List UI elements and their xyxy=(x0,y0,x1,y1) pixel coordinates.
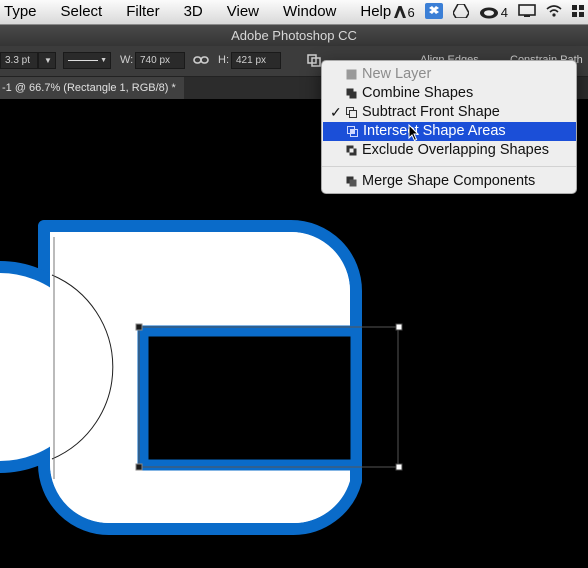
menu-type[interactable]: Type xyxy=(0,0,49,24)
menu-view[interactable]: View xyxy=(215,0,271,24)
app-title-bar: Adobe Photoshop CC xyxy=(0,25,588,46)
display-icon[interactable] xyxy=(518,3,536,21)
menu-separator xyxy=(322,166,576,167)
menu-item-intersect-shape-areas[interactable]: Intersect Shape Areas xyxy=(323,122,576,142)
google-drive-icon[interactable] xyxy=(451,2,470,21)
wifi-icon[interactable] xyxy=(546,4,562,21)
mouse-cursor-icon xyxy=(408,124,420,142)
checkmark-icon: ✓ xyxy=(330,104,342,120)
creative-cloud-status-item[interactable]: 4 xyxy=(479,5,508,20)
transform-handle-bottom-left[interactable] xyxy=(135,463,143,471)
intersect-shape-areas-icon xyxy=(347,126,358,137)
menu-bar: Type Select Filter 3D View Window Help 6… xyxy=(0,0,588,25)
menu-item-merge-shape-components[interactable]: Merge Shape Components xyxy=(322,172,576,191)
height-field[interactable]: 421 px xyxy=(231,52,281,69)
stroke-type-dropdown[interactable]: ▼ xyxy=(63,52,111,69)
combine-shapes-icon xyxy=(346,88,357,99)
menu-item-subtract-front-shape[interactable]: ✓ Subtract Front Shape xyxy=(322,103,576,122)
cc-badge: 4 xyxy=(500,4,508,20)
path-operations-menu: New Layer Combine Shapes ✓ Subtract Fron… xyxy=(321,60,577,194)
menu-filter[interactable]: Filter xyxy=(114,0,171,24)
width-label: W: xyxy=(120,54,134,66)
height-label: H: xyxy=(218,54,229,66)
menu-item-new-layer[interactable]: New Layer xyxy=(322,65,576,84)
stroke-size-field[interactable]: 3.3 pt xyxy=(0,52,38,69)
creative-cloud-icon xyxy=(479,7,498,19)
adobe-status-item[interactable]: 6 xyxy=(393,4,415,20)
subtracted-rectangle-shape[interactable] xyxy=(137,325,362,471)
adobe-badge: 6 xyxy=(407,4,415,20)
transform-handle-top-right[interactable] xyxy=(395,323,403,331)
status-area: 6 4 xyxy=(393,0,584,24)
merge-shape-components-icon xyxy=(346,176,357,187)
menu-item-exclude-overlapping-shapes[interactable]: Exclude Overlapping Shapes xyxy=(322,141,576,160)
chevron-down-icon: ▼ xyxy=(44,56,52,65)
apps-grid-icon[interactable] xyxy=(572,4,584,21)
width-field[interactable]: 740 px xyxy=(135,52,185,69)
menu-select[interactable]: Select xyxy=(49,0,115,24)
document-tab[interactable]: -1 @ 66.7% (Rectangle 1, RGB/8) * xyxy=(0,77,184,99)
menu-item-combine-shapes[interactable]: Combine Shapes xyxy=(322,84,576,103)
menu-window[interactable]: Window xyxy=(271,0,348,24)
subtract-front-shape-icon xyxy=(346,107,357,118)
transform-handle-top-left[interactable] xyxy=(135,323,143,331)
exclude-overlapping-shapes-icon xyxy=(346,145,357,156)
transform-handle-bottom-right[interactable] xyxy=(395,463,403,471)
menu-3d[interactable]: 3D xyxy=(172,0,215,24)
stroke-line-preview xyxy=(68,60,98,61)
new-layer-icon xyxy=(346,69,357,80)
dropbox-icon[interactable] xyxy=(424,2,443,22)
adobe-logo-icon xyxy=(393,6,406,18)
stroke-size-dropdown[interactable]: ▼ xyxy=(38,52,56,69)
link-icon[interactable] xyxy=(193,53,209,70)
path-operations-icon[interactable] xyxy=(306,53,322,70)
chevron-down-icon: ▼ xyxy=(100,57,107,64)
